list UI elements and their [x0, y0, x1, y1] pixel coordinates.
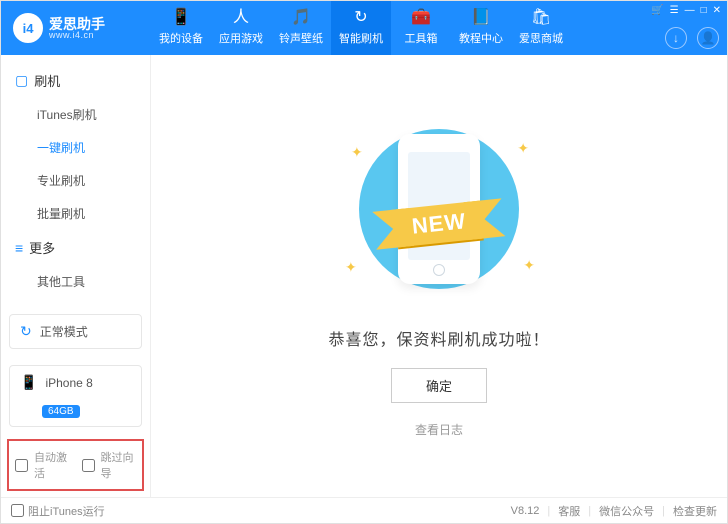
- success-message: 恭喜您，保资料刷机成功啦！: [328, 326, 549, 350]
- download-button[interactable]: ↓: [665, 27, 687, 49]
- view-log-link[interactable]: 查看日志: [415, 421, 463, 438]
- sparkle-icon: ✦: [345, 259, 357, 276]
- block-itunes-label: 阻止iTunes运行: [28, 503, 105, 519]
- mode-label: 正常模式: [40, 323, 88, 340]
- device-box[interactable]: 📱 iPhone 8 64GB: [9, 365, 142, 427]
- app-header: i4 爱思助手 www.i4.cn 📱我的设备 人应用游戏 🎵铃声壁纸 ↻智能刷…: [1, 1, 727, 55]
- success-illustration: ✦ ✦ ✦ ✦ NEW: [339, 114, 539, 304]
- device-name: iPhone 8: [45, 376, 92, 390]
- skip-guide-checkbox[interactable]: [82, 459, 95, 472]
- header-right: ↓ 👤: [665, 27, 719, 49]
- sidebar-item-itunes-flash[interactable]: iTunes刷机: [1, 98, 150, 131]
- cart-icon[interactable]: 🛒: [651, 5, 663, 16]
- sidebar-item-other-tools[interactable]: 其他工具: [1, 265, 150, 298]
- auto-activate-checkbox[interactable]: [15, 459, 28, 472]
- app-body: ▢刷机 iTunes刷机 一键刷机 专业刷机 批量刷机 ≡更多 其他工具 下载固…: [1, 55, 727, 497]
- tab-flash[interactable]: ↻智能刷机: [331, 1, 391, 55]
- refresh-icon: ↻: [20, 323, 32, 340]
- wechat-link[interactable]: 微信公众号: [599, 503, 654, 519]
- brand-url: www.i4.cn: [49, 31, 105, 40]
- auto-activate-label: 自动激活: [34, 449, 70, 481]
- flash-options: 自动激活 跳过向导: [7, 439, 144, 491]
- logo-icon: i4: [13, 13, 43, 43]
- minimize-button[interactable]: —: [685, 5, 695, 16]
- top-tabs: 📱我的设备 人应用游戏 🎵铃声壁纸 ↻智能刷机 🧰工具箱 📘教程中心 🛍爱思商城: [151, 1, 571, 55]
- book-icon: 📘: [471, 10, 491, 26]
- device-icon: 📱: [20, 374, 37, 391]
- storage-badge: 64GB: [42, 405, 80, 418]
- tab-tutorials[interactable]: 📘教程中心: [451, 1, 511, 55]
- flash-icon: ↻: [354, 10, 367, 26]
- tab-apps[interactable]: 人应用游戏: [211, 1, 271, 55]
- sidebar-item-onekey-flash[interactable]: 一键刷机: [1, 131, 150, 164]
- tab-my-device[interactable]: 📱我的设备: [151, 1, 211, 55]
- user-button[interactable]: 👤: [697, 27, 719, 49]
- music-icon: 🎵: [291, 10, 311, 26]
- sidebar-item-pro-flash[interactable]: 专业刷机: [1, 164, 150, 197]
- maximize-button[interactable]: □: [701, 5, 707, 16]
- skip-guide-label: 跳过向导: [101, 449, 137, 481]
- tab-toolbox[interactable]: 🧰工具箱: [391, 1, 451, 55]
- more-section-icon: ≡: [15, 240, 23, 256]
- phone-icon: 📱: [171, 10, 191, 26]
- sidebar-section-more: ≡更多: [1, 230, 150, 265]
- close-button[interactable]: ✕: [713, 5, 721, 16]
- check-update-link[interactable]: 检查更新: [673, 503, 717, 519]
- toolbox-icon: 🧰: [411, 10, 431, 26]
- brand-name: 爱思助手: [49, 17, 105, 31]
- sidebar-item-download-firmware[interactable]: 下载固件: [1, 298, 150, 306]
- main-pane: ✦ ✦ ✦ ✦ NEW 恭喜您，保资料刷机成功啦！ 确定 查看日志: [151, 55, 727, 497]
- sparkle-icon: ✦: [351, 144, 363, 161]
- flash-section-icon: ▢: [15, 72, 28, 89]
- support-link[interactable]: 客服: [558, 503, 580, 519]
- menu-icon[interactable]: ☰: [670, 5, 679, 16]
- version-label: V8.12: [511, 505, 540, 517]
- mode-box[interactable]: ↻ 正常模式: [9, 314, 142, 349]
- block-itunes-checkbox[interactable]: [11, 504, 24, 517]
- tab-ringtones[interactable]: 🎵铃声壁纸: [271, 1, 331, 55]
- sparkle-icon: ✦: [523, 257, 535, 274]
- tab-store[interactable]: 🛍爱思商城: [511, 1, 571, 55]
- apps-icon: 人: [233, 10, 249, 26]
- sidebar-item-batch-flash[interactable]: 批量刷机: [1, 197, 150, 230]
- window-controls: 🛒 ☰ — □ ✕: [651, 5, 721, 16]
- sidebar: ▢刷机 iTunes刷机 一键刷机 专业刷机 批量刷机 ≡更多 其他工具 下载固…: [1, 55, 151, 497]
- app-logo: i4 爱思助手 www.i4.cn: [1, 13, 151, 43]
- sidebar-section-flash: ▢刷机: [1, 63, 150, 98]
- store-icon: 🛍: [531, 10, 551, 26]
- status-bar: 阻止iTunes运行 V8.12| 客服| 微信公众号| 检查更新: [1, 497, 727, 523]
- sparkle-icon: ✦: [517, 140, 529, 157]
- ok-button[interactable]: 确定: [391, 368, 487, 403]
